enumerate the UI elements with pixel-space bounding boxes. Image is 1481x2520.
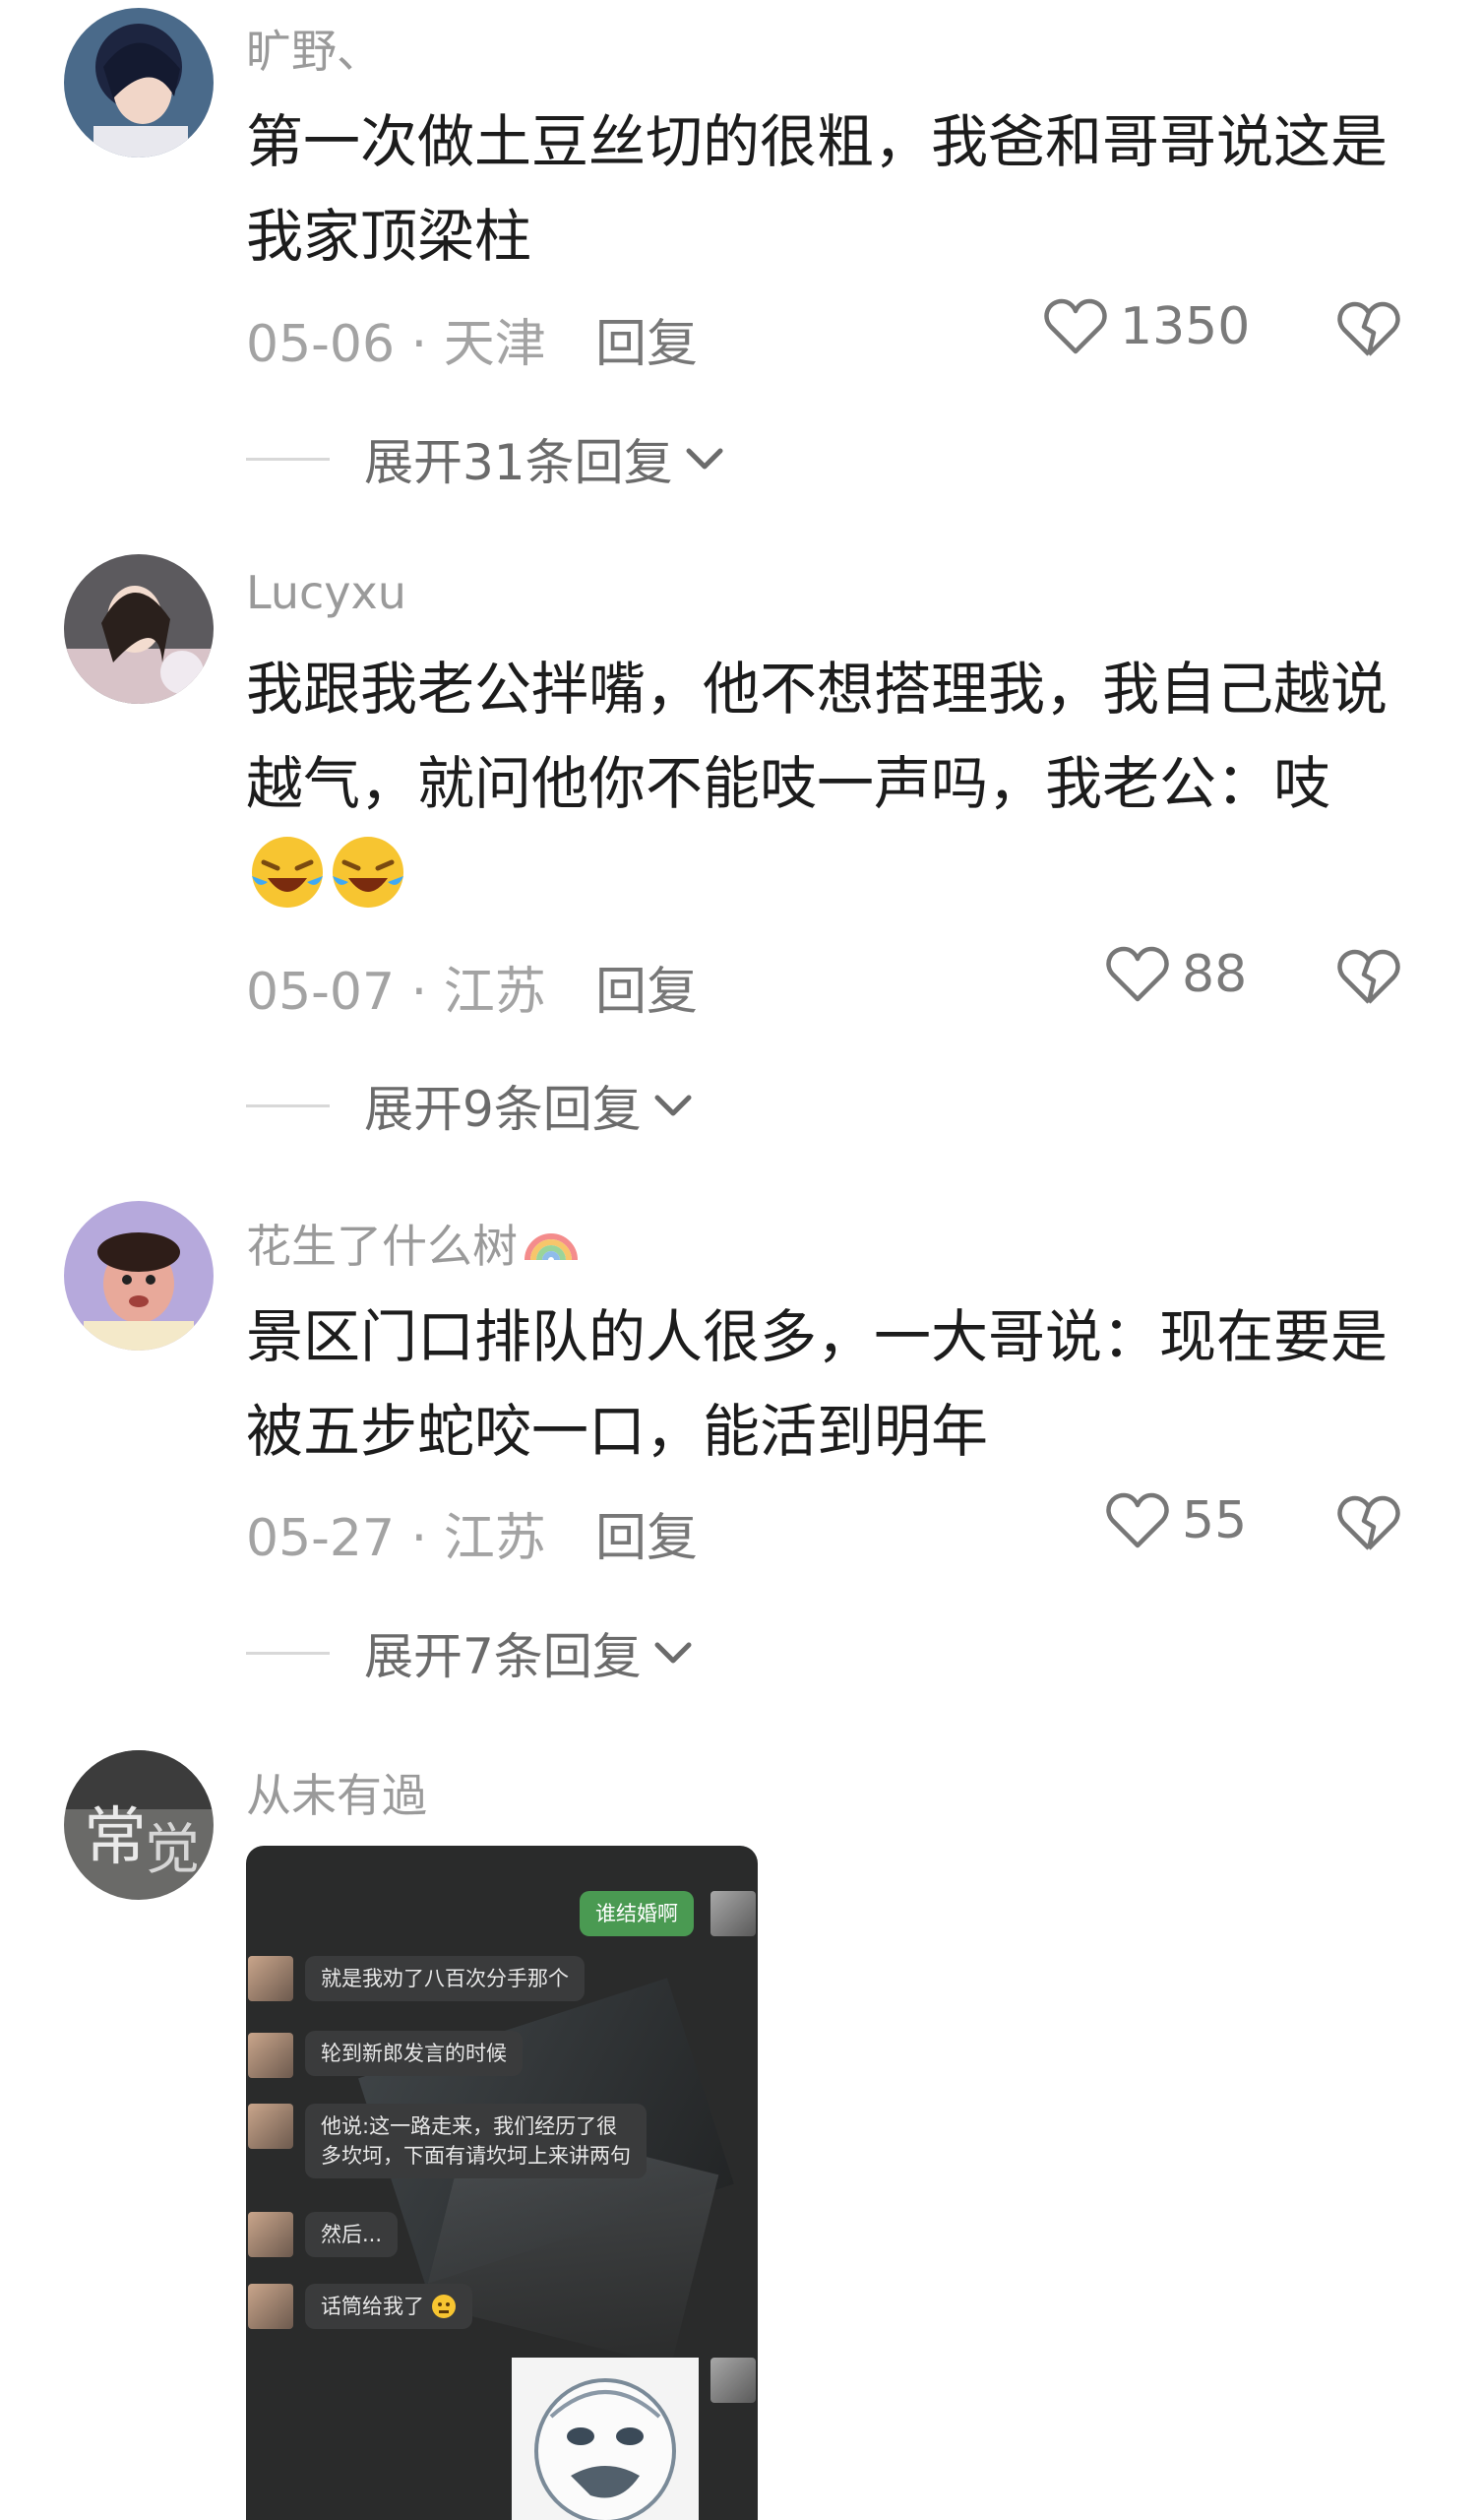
expand-replies[interactable]: 展开31条回复 <box>246 423 726 494</box>
avatar-image <box>64 1201 214 1351</box>
chevron-down-icon <box>654 1642 692 1664</box>
laughing-crying-emoji-icon <box>333 837 403 908</box>
chat-bubble: 谁结婚啊 <box>580 1891 694 1936</box>
username[interactable]: 花生了什么树 <box>246 1211 581 1276</box>
chat-bubble: 话筒给我了 <box>305 2284 472 2329</box>
avatar-image <box>64 554 214 704</box>
date-location: 05-06 · 天津 <box>246 315 546 374</box>
avatar[interactable]: 常 觉 <box>64 1750 214 1900</box>
username[interactable]: Lucyxu <box>246 566 406 619</box>
heart-outline-icon <box>1044 298 1107 354</box>
chat-bubble-line: 多坎坷，下面有请坎坷上来讲两句 <box>321 2144 631 2168</box>
divider-line <box>246 1651 330 1655</box>
username-text: 花生了什么树 <box>246 1220 518 1273</box>
reply-button[interactable]: 回复 <box>595 302 698 376</box>
like-count: 55 <box>1182 1491 1248 1550</box>
chat-avatar <box>710 1891 756 1936</box>
expand-replies-label: 展开9条回复 <box>364 1081 642 1138</box>
heart-outline-icon <box>1106 946 1169 1002</box>
svg-text:觉: 觉 <box>145 1818 200 1882</box>
heart-outline-icon <box>1106 1492 1169 1548</box>
chevron-down-icon <box>654 1095 692 1116</box>
laughing-crying-emoji-icon <box>252 837 323 908</box>
broken-heart-icon[interactable] <box>1336 947 1401 1008</box>
expand-replies[interactable]: 展开7条回复 <box>246 1617 695 1688</box>
chat-bubble-text: 话筒给我了 <box>321 2295 424 2318</box>
divider-line <box>246 1103 330 1107</box>
awkward-emoji-icon <box>431 2295 456 2318</box>
chat-avatar <box>248 2284 293 2329</box>
avatar[interactable] <box>64 554 214 704</box>
chat-bubble-line: 他说:这一路走来，我们经历了很 <box>321 2114 618 2138</box>
like-button[interactable]: 55 <box>1105 1491 1247 1550</box>
like-count: 1350 <box>1120 297 1251 356</box>
avatar-image <box>64 8 214 158</box>
reply-button[interactable]: 回复 <box>595 1496 698 1570</box>
comment-text: 第一次做土豆丝切的很粗，我爸和哥哥说这是我家顶梁柱 <box>246 108 1388 270</box>
meme-face-icon <box>534 2378 676 2520</box>
broken-heart-icon[interactable] <box>1336 1493 1401 1554</box>
like-button[interactable]: 1350 <box>1043 297 1250 356</box>
username[interactable]: 从未有過 <box>246 1760 427 1825</box>
chat-bubble: 他说:这一路走来，我们经历了很 多坎坷，下面有请坎坷上来讲两句 <box>305 2104 647 2178</box>
broken-heart-icon[interactable] <box>1336 299 1401 360</box>
like-button[interactable]: 88 <box>1105 945 1247 1004</box>
date-location: 05-07 · 江苏 <box>246 963 546 1022</box>
chevron-down-icon <box>686 448 723 470</box>
username[interactable]: 旷野、 <box>246 16 382 81</box>
chat-avatar <box>248 2212 293 2257</box>
avatar[interactable] <box>64 8 214 158</box>
reply-button[interactable]: 回复 <box>595 950 698 1024</box>
comment-text-content: 我跟我老公拌嘴，他不想搭理我，我自己越说越气，就问他你不能吱一声吗，我老公：吱 <box>246 656 1388 817</box>
expand-replies[interactable]: 展开9条回复 <box>246 1070 695 1141</box>
meme-sticker-image <box>512 2358 699 2520</box>
chat-avatar <box>248 1956 293 2001</box>
rainbow-emoji-icon <box>525 1233 578 1261</box>
comment-text: 景区门口排队的人很多，一大哥说：现在要是被五步蛇咬一口，能活到明年 <box>246 1303 1388 1465</box>
chat-avatar <box>248 2104 293 2149</box>
avatar[interactable] <box>64 1201 214 1351</box>
chat-screenshot-image[interactable]: 谁结婚啊 就是我劝了八百次分手那个 轮到新郎发言的时候 他说:这一路走来，我们经… <box>246 1846 758 2520</box>
chat-bubble: 轮到新郎发言的时候 <box>305 2031 523 2076</box>
chat-bubble: 然后... <box>305 2212 399 2257</box>
divider-line <box>246 457 330 461</box>
expand-replies-label: 展开7条回复 <box>364 1628 642 1685</box>
chat-avatar <box>248 2033 293 2078</box>
expand-replies-label: 展开31条回复 <box>364 434 673 491</box>
date-location: 05-27 · 江苏 <box>246 1509 546 1568</box>
chat-bubble: 就是我劝了八百次分手那个 <box>305 1956 585 2001</box>
like-count: 88 <box>1182 945 1248 1004</box>
svg-text:常: 常 <box>84 1801 147 1874</box>
avatar-image: 常 觉 <box>64 1750 214 1900</box>
chat-avatar <box>710 2358 756 2403</box>
comment-text: 我跟我老公拌嘴，他不想搭理我，我自己越说越气，就问他你不能吱一声吗，我老公：吱 <box>246 642 1388 925</box>
